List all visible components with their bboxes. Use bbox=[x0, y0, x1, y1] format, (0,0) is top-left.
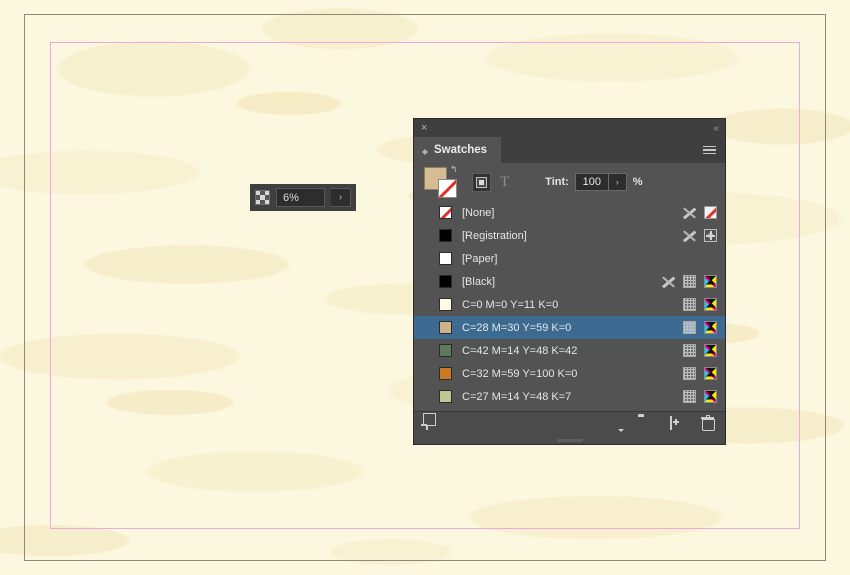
swatch-color-chip bbox=[439, 275, 452, 288]
swatch-list[interactable]: [None] [Registration] [Paper] [Black] C=0 M=… bbox=[414, 201, 725, 411]
panel-titlebar[interactable]: × « bbox=[414, 119, 725, 137]
cmyk-color-mode-icon bbox=[704, 275, 717, 288]
tint-percent-label: % bbox=[632, 176, 643, 188]
swatch-name-label: [None] bbox=[462, 206, 495, 219]
panel-tabbar: Swatches bbox=[414, 137, 725, 163]
swatch-name-label: C=42 M=14 Y=48 K=42 bbox=[462, 344, 578, 357]
swatch-row-icons bbox=[683, 344, 717, 357]
swap-fill-stroke-icon[interactable]: ↰ bbox=[450, 165, 458, 174]
swatch-name-label: C=0 M=0 Y=11 K=0 bbox=[462, 298, 559, 311]
close-icon[interactable]: × bbox=[421, 122, 427, 134]
swatch-row-icons bbox=[683, 390, 717, 403]
process-swatch-icon bbox=[683, 298, 696, 311]
process-swatch-icon bbox=[683, 367, 696, 380]
swatch-row[interactable]: C=42 M=14 Y=48 K=42 bbox=[414, 339, 725, 362]
swatch-name-label: [Black] bbox=[462, 275, 496, 288]
swatch-color-chip bbox=[439, 206, 452, 219]
swatch-row-icons bbox=[683, 367, 717, 380]
swatches-panel[interactable]: × « Swatches ↰ T Tint: 100 › % [None] [R… bbox=[413, 118, 726, 445]
cmyk-color-mode-icon bbox=[704, 321, 717, 334]
tint-dropdown-button[interactable]: › bbox=[608, 173, 627, 191]
collapse-panel-icon[interactable]: « bbox=[713, 123, 718, 134]
swatch-color-chip bbox=[439, 367, 452, 380]
swatch-color-chip bbox=[439, 390, 452, 403]
zoom-level-widget[interactable]: 6% › bbox=[250, 184, 356, 211]
grid-icon[interactable] bbox=[255, 190, 270, 205]
panel-menu-icon[interactable] bbox=[703, 137, 725, 163]
tab-swatches-label: Swatches bbox=[434, 144, 488, 156]
tint-input[interactable]: 100 bbox=[574, 173, 609, 191]
fill-stroke-widget[interactable]: ↰ bbox=[424, 165, 464, 199]
panel-resize-grip[interactable] bbox=[414, 437, 725, 444]
swatch-name-label: [Registration] bbox=[462, 229, 527, 242]
cmyk-color-mode-icon bbox=[704, 298, 717, 311]
cmyk-color-mode-icon bbox=[704, 344, 717, 357]
swatch-row[interactable]: C=0 M=0 Y=11 K=0 bbox=[414, 293, 725, 316]
add-to-library-icon[interactable] bbox=[424, 416, 439, 432]
cmyk-color-mode-icon bbox=[704, 390, 717, 403]
swatch-name-label: [Paper] bbox=[462, 252, 498, 265]
swatch-row-icons bbox=[683, 298, 717, 311]
zoom-input[interactable]: 6% bbox=[276, 188, 325, 207]
process-swatch-icon bbox=[683, 344, 696, 357]
zoom-dropdown-button[interactable]: › bbox=[331, 188, 351, 207]
swatch-color-chip bbox=[439, 321, 452, 334]
swatch-row-icons bbox=[682, 229, 717, 242]
new-color-group-icon[interactable] bbox=[638, 417, 653, 432]
diamond-icon bbox=[421, 146, 428, 155]
swatch-row[interactable]: C=27 M=14 Y=48 K=7 bbox=[414, 385, 725, 408]
swatch-row[interactable]: C=28 M=30 Y=59 K=0 bbox=[414, 316, 725, 339]
tint-label: Tint: bbox=[545, 176, 569, 188]
process-swatch-icon bbox=[683, 321, 696, 334]
swatch-name-label: C=32 M=59 Y=100 K=0 bbox=[462, 367, 578, 380]
swatch-name-label: C=28 M=30 Y=59 K=0 bbox=[462, 321, 572, 334]
process-swatch-icon bbox=[683, 275, 696, 288]
swatch-name-label: C=27 M=14 Y=48 K=7 bbox=[462, 390, 572, 403]
swatch-color-chip bbox=[439, 344, 452, 357]
swatch-row[interactable]: [Registration] bbox=[414, 224, 725, 247]
process-swatch-icon bbox=[683, 390, 696, 403]
formatting-affects-container-button[interactable] bbox=[472, 172, 491, 192]
swatch-row[interactable]: C=32 M=59 Y=100 K=0 bbox=[414, 362, 725, 385]
registration-target-icon bbox=[704, 229, 717, 242]
locked-pencil-icon bbox=[682, 229, 697, 242]
swatch-color-chip bbox=[439, 298, 452, 311]
panel-footer bbox=[414, 411, 725, 437]
swatch-row-icons bbox=[661, 275, 717, 288]
swatch-row-icons bbox=[682, 206, 717, 219]
none-swatch-icon bbox=[704, 206, 717, 219]
swatch-row[interactable]: [None] bbox=[414, 201, 725, 224]
show-color-groups-icon[interactable] bbox=[607, 417, 624, 432]
locked-pencil-icon bbox=[682, 206, 697, 219]
tab-swatches[interactable]: Swatches bbox=[414, 137, 502, 163]
new-swatch-icon[interactable] bbox=[669, 416, 684, 432]
cmyk-color-mode-icon bbox=[704, 367, 717, 380]
panel-options-row: ↰ T Tint: 100 › % bbox=[414, 163, 725, 201]
stroke-color-swatch[interactable] bbox=[438, 179, 457, 198]
swatch-color-chip bbox=[439, 229, 452, 242]
formatting-affects-text-button[interactable]: T bbox=[500, 174, 509, 190]
locked-pencil-icon bbox=[661, 275, 676, 288]
tint-control-group: Tint: 100 › % bbox=[545, 173, 643, 191]
document-canvas[interactable]: 6% › × « Swatches ↰ T Tint: 100 › % [Non… bbox=[0, 0, 850, 575]
swatch-row[interactable]: [Paper] bbox=[414, 247, 725, 270]
swatch-row-icons bbox=[683, 321, 717, 334]
swatch-row[interactable]: [Black] bbox=[414, 270, 725, 293]
delete-swatch-icon[interactable] bbox=[700, 414, 715, 432]
swatch-color-chip bbox=[439, 252, 452, 265]
